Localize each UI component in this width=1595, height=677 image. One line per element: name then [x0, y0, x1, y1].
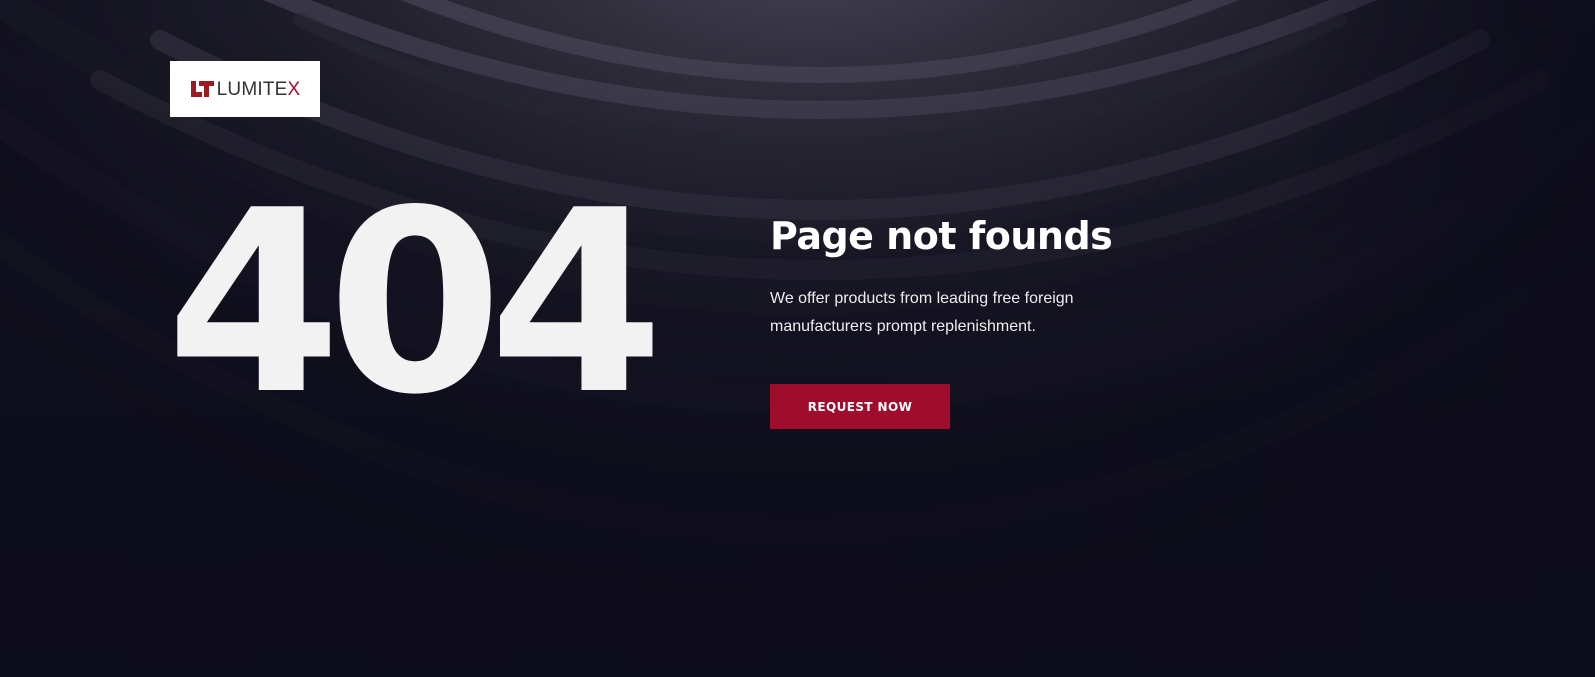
- logo[interactable]: LUMITEX: [170, 61, 320, 117]
- logo-text-accent: X: [287, 78, 301, 100]
- error-code: 404: [166, 157, 664, 450]
- error-page: LUMITEX 404 Page not founds We offer pro…: [0, 0, 1595, 677]
- lumitex-logo-mark-icon: [190, 81, 214, 97]
- logo-text: LUMITEX: [217, 80, 301, 99]
- page-title: Page not founds: [770, 214, 1113, 258]
- error-content: Page not founds We offer products from l…: [770, 212, 1190, 429]
- error-description: We offer products from leading free fore…: [770, 290, 1074, 335]
- logo-text-main: LUMITE: [216, 78, 288, 100]
- request-now-button[interactable]: REQUEST NOW: [770, 384, 950, 429]
